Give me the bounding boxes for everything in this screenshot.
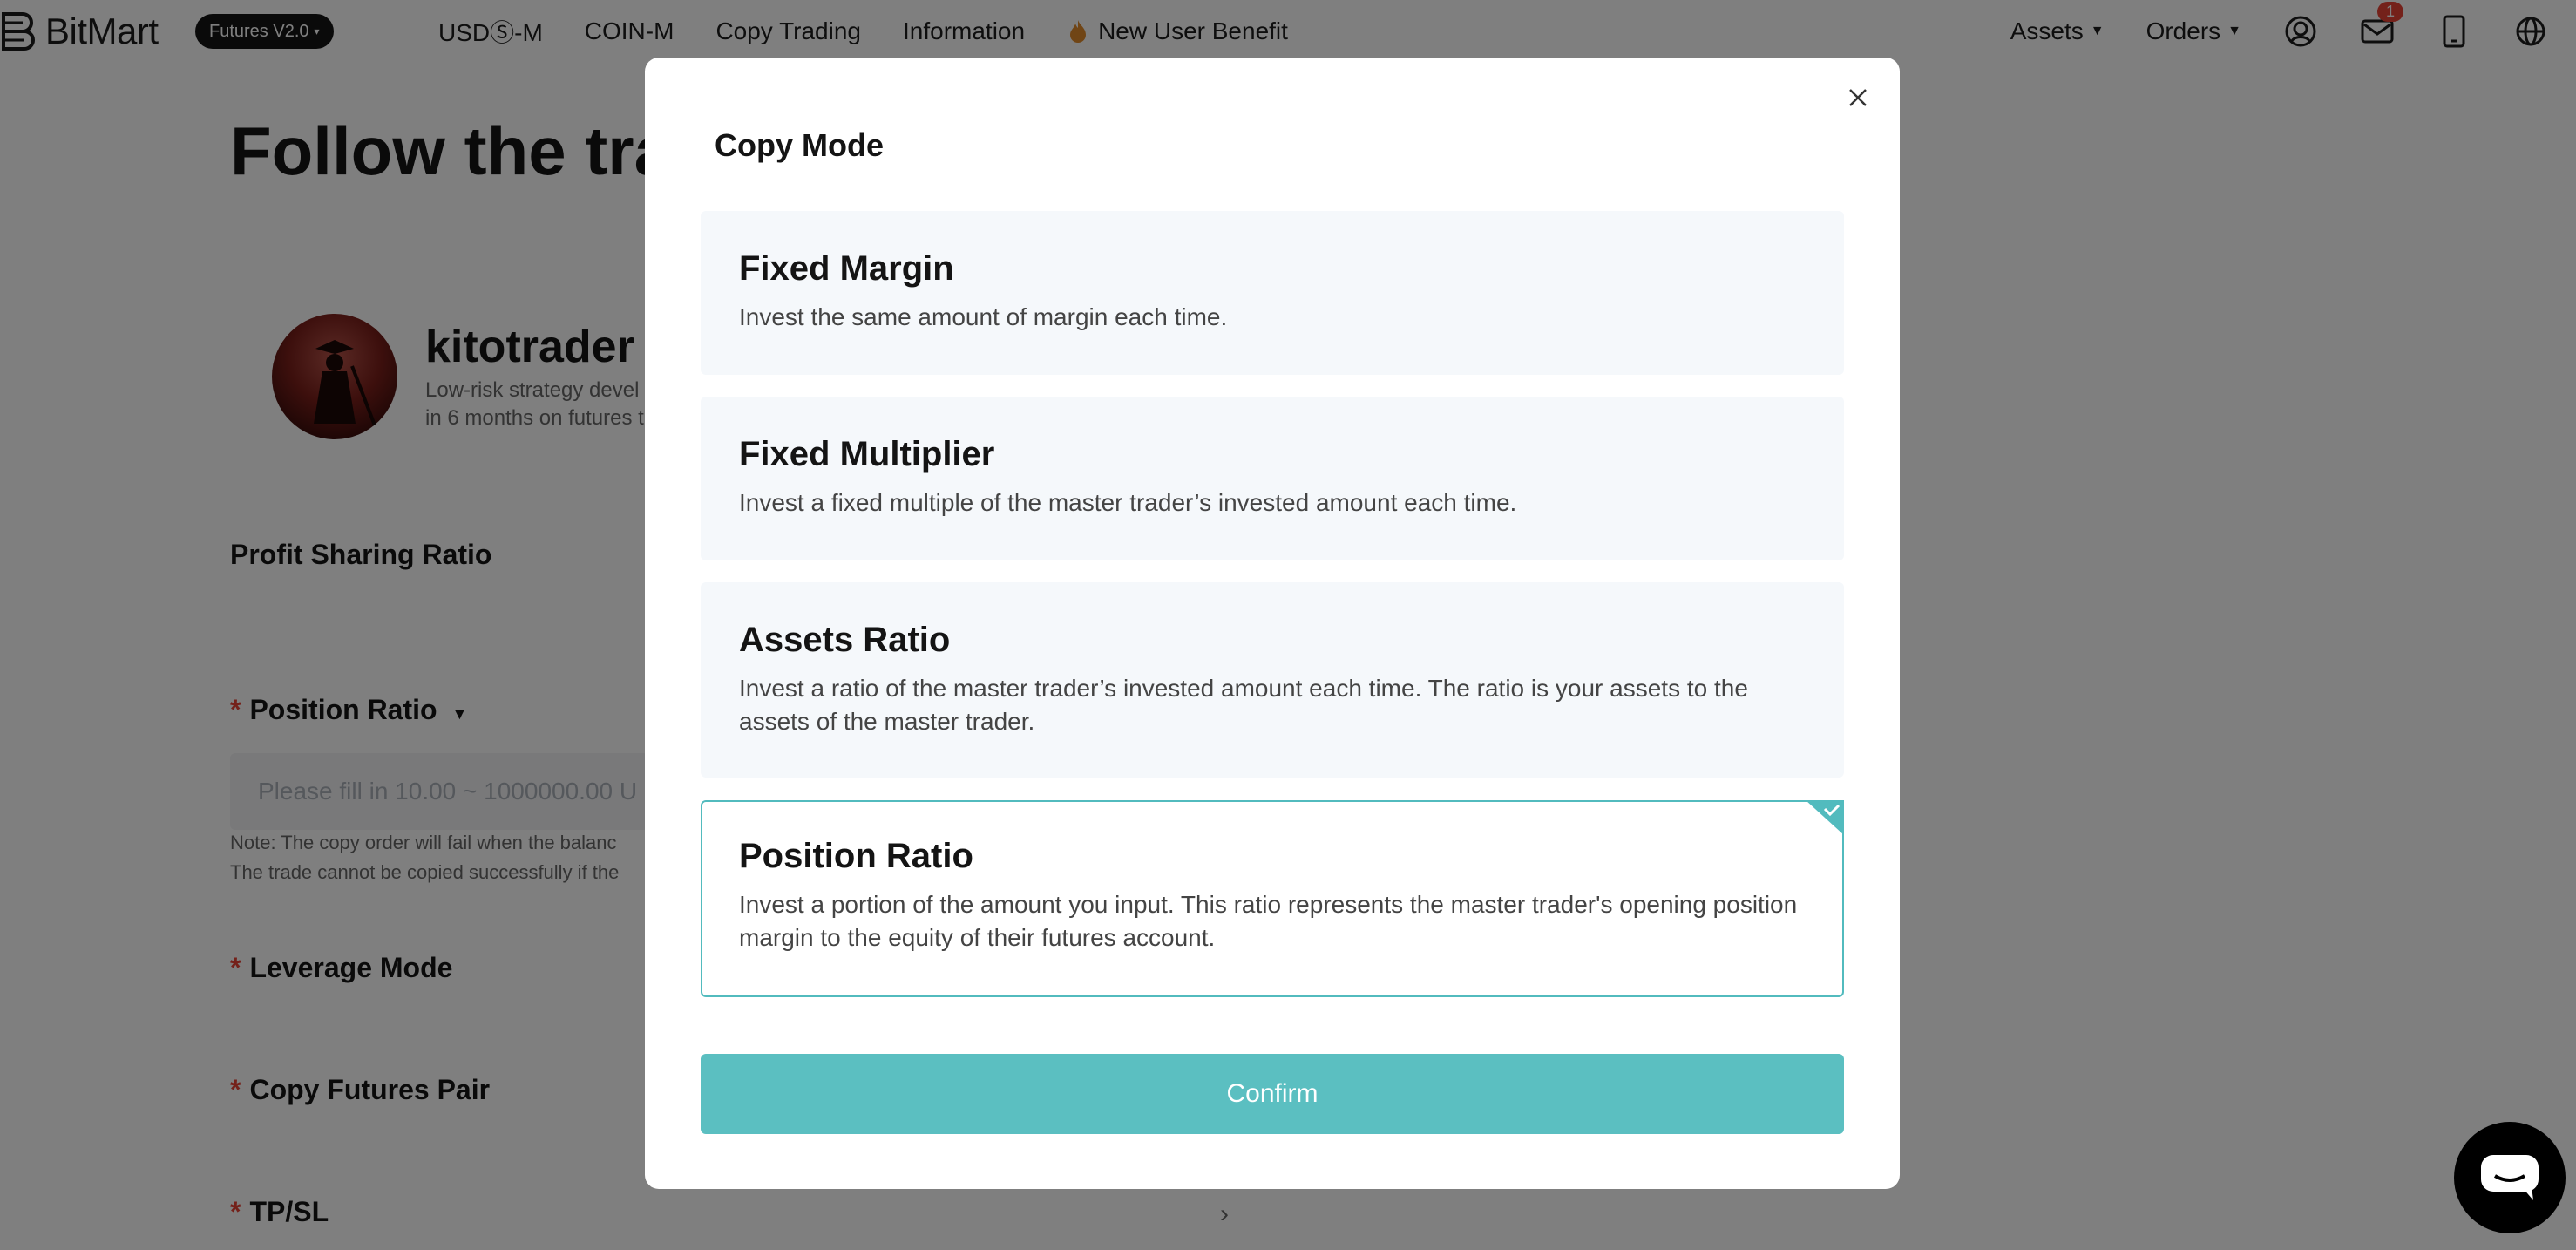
option-title: Position Ratio: [739, 837, 973, 875]
option-fixed-multiplier[interactable]: Fixed Multiplier Invest a fixed multiple…: [701, 397, 1844, 560]
option-description: Invest a portion of the amount you input…: [739, 891, 1798, 951]
selected-check-icon: [1806, 800, 1844, 835]
option-fixed-margin[interactable]: Fixed Margin Invest the same amount of m…: [701, 211, 1844, 375]
option-description: Invest the same amount of margin each ti…: [739, 303, 1228, 330]
close-icon: [1849, 89, 1867, 106]
support-chat-button[interactable]: [2454, 1122, 2566, 1233]
option-title: Fixed Multiplier: [739, 435, 995, 473]
option-description: Invest a ratio of the master trader’s in…: [739, 675, 1748, 735]
option-position-ratio[interactable]: Position Ratio Invest a portion of the a…: [701, 800, 1844, 997]
option-title: Assets Ratio: [739, 621, 951, 659]
option-assets-ratio[interactable]: Assets Ratio Invest a ratio of the maste…: [701, 582, 1844, 778]
confirm-button[interactable]: Confirm: [701, 1054, 1844, 1134]
close-button[interactable]: [1839, 78, 1877, 117]
option-description: Invest a fixed multiple of the master tr…: [739, 489, 1517, 516]
chat-icon: [2481, 1155, 2539, 1200]
option-title: Fixed Margin: [739, 249, 954, 288]
copy-mode-dialog: Copy Mode Fixed Margin Invest the same a…: [645, 58, 1900, 1189]
dialog-title: Copy Mode: [715, 127, 884, 163]
